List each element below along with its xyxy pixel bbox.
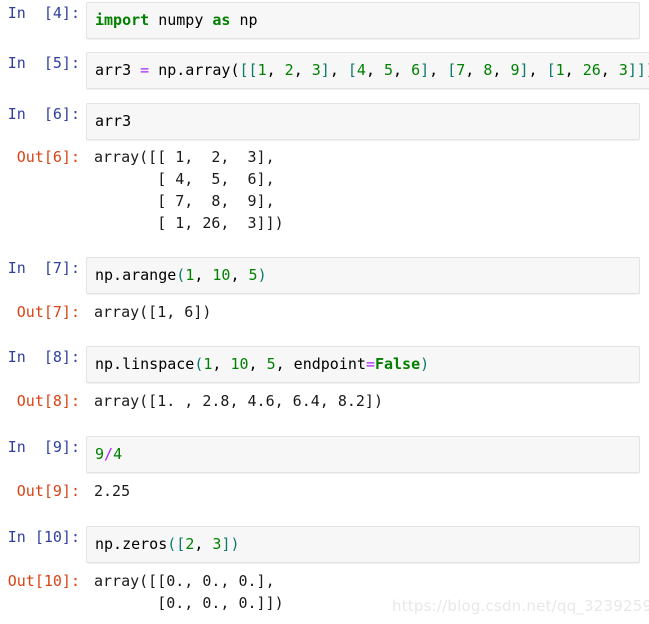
notebook-output-9: Out[9]: 2.25 bbox=[0, 480, 649, 502]
code-line-5: arr3 = np.array([[1, 2, 3], [4, 5, 6], [… bbox=[95, 61, 649, 79]
out-prompt-6: Out[6]: bbox=[16, 148, 80, 166]
notebook-output-7: Out[7]: array([1, 6]) bbox=[0, 301, 649, 323]
notebook-container: In [4]: import numpy as np In [5]: arr3 … bbox=[0, 0, 649, 624]
in-prompt-10: In [10]: bbox=[7, 528, 80, 546]
code-input-5[interactable]: arr3 = np.array([[1, 2, 3], [4, 5, 6], [… bbox=[86, 52, 649, 89]
output-area-6: array([[ 1, 2, 3], [ 4, 5, 6], [ 7, 8, 9… bbox=[86, 146, 649, 234]
code-line-4: import numpy as np bbox=[95, 11, 258, 29]
output-text-7: array([1, 6]) bbox=[94, 303, 212, 321]
code-line-6: arr3 bbox=[95, 112, 132, 130]
in-prompt-4: In [4]: bbox=[7, 4, 80, 22]
out-prompt-7: Out[7]: bbox=[16, 303, 80, 321]
notebook-cell-7[interactable]: In [7]: np.arange(1, 10, 5) bbox=[0, 257, 649, 294]
in-prompt-9: In [9]: bbox=[7, 438, 80, 456]
code-input-6[interactable]: arr3 bbox=[86, 103, 640, 140]
notebook-output-8: Out[8]: array([1. , 2.8, 4.6, 6.4, 8.2]) bbox=[0, 390, 649, 412]
out-prompt-10: Out[10]: bbox=[7, 572, 80, 590]
out-prompt-8: Out[8]: bbox=[16, 392, 80, 410]
output-text-6: array([[ 1, 2, 3], [ 4, 5, 6], [ 7, 8, 9… bbox=[94, 148, 284, 232]
notebook-cell-9[interactable]: In [9]: 9/4 bbox=[0, 436, 649, 473]
output-area-8: array([1. , 2.8, 4.6, 6.4, 8.2]) bbox=[86, 390, 649, 412]
code-input-9[interactable]: 9/4 bbox=[86, 436, 640, 473]
in-prompt-8: In [8]: bbox=[7, 348, 80, 366]
code-input-4[interactable]: import numpy as np bbox=[86, 2, 640, 39]
code-input-10[interactable]: np.zeros([2, 3]) bbox=[86, 526, 640, 563]
output-area-7: array([1, 6]) bbox=[86, 301, 649, 323]
notebook-cell-5[interactable]: In [5]: arr3 = np.array([[1, 2, 3], [4, … bbox=[0, 52, 649, 89]
code-line-7: np.arange(1, 10, 5) bbox=[95, 266, 267, 284]
notebook-cell-10[interactable]: In [10]: np.zeros([2, 3]) bbox=[0, 526, 649, 563]
out-prompt-9: Out[9]: bbox=[16, 482, 80, 500]
notebook-cell-4[interactable]: In [4]: import numpy as np bbox=[0, 2, 649, 39]
output-text-8: array([1. , 2.8, 4.6, 6.4, 8.2]) bbox=[94, 392, 383, 410]
output-area-9: 2.25 bbox=[86, 480, 649, 502]
csdn-watermark: https://blog.csdn.net/qq_32392597 bbox=[392, 597, 649, 615]
code-line-10: np.zeros([2, 3]) bbox=[95, 535, 240, 553]
notebook-output-6: Out[6]: array([[ 1, 2, 3], [ 4, 5, 6], [… bbox=[0, 146, 649, 234]
notebook-cell-6[interactable]: In [6]: arr3 bbox=[0, 103, 649, 140]
in-prompt-7: In [7]: bbox=[7, 259, 80, 277]
in-prompt-6: In [6]: bbox=[7, 105, 80, 123]
code-line-8: np.linspace(1, 10, 5, endpoint=False) bbox=[95, 355, 430, 373]
code-line-9: 9/4 bbox=[95, 445, 123, 463]
code-input-8[interactable]: np.linspace(1, 10, 5, endpoint=False) bbox=[86, 346, 640, 383]
notebook-cell-8[interactable]: In [8]: np.linspace(1, 10, 5, endpoint=F… bbox=[0, 346, 649, 383]
in-prompt-5: In [5]: bbox=[7, 54, 80, 72]
output-text-9: 2.25 bbox=[94, 482, 131, 500]
code-input-7[interactable]: np.arange(1, 10, 5) bbox=[86, 257, 640, 294]
